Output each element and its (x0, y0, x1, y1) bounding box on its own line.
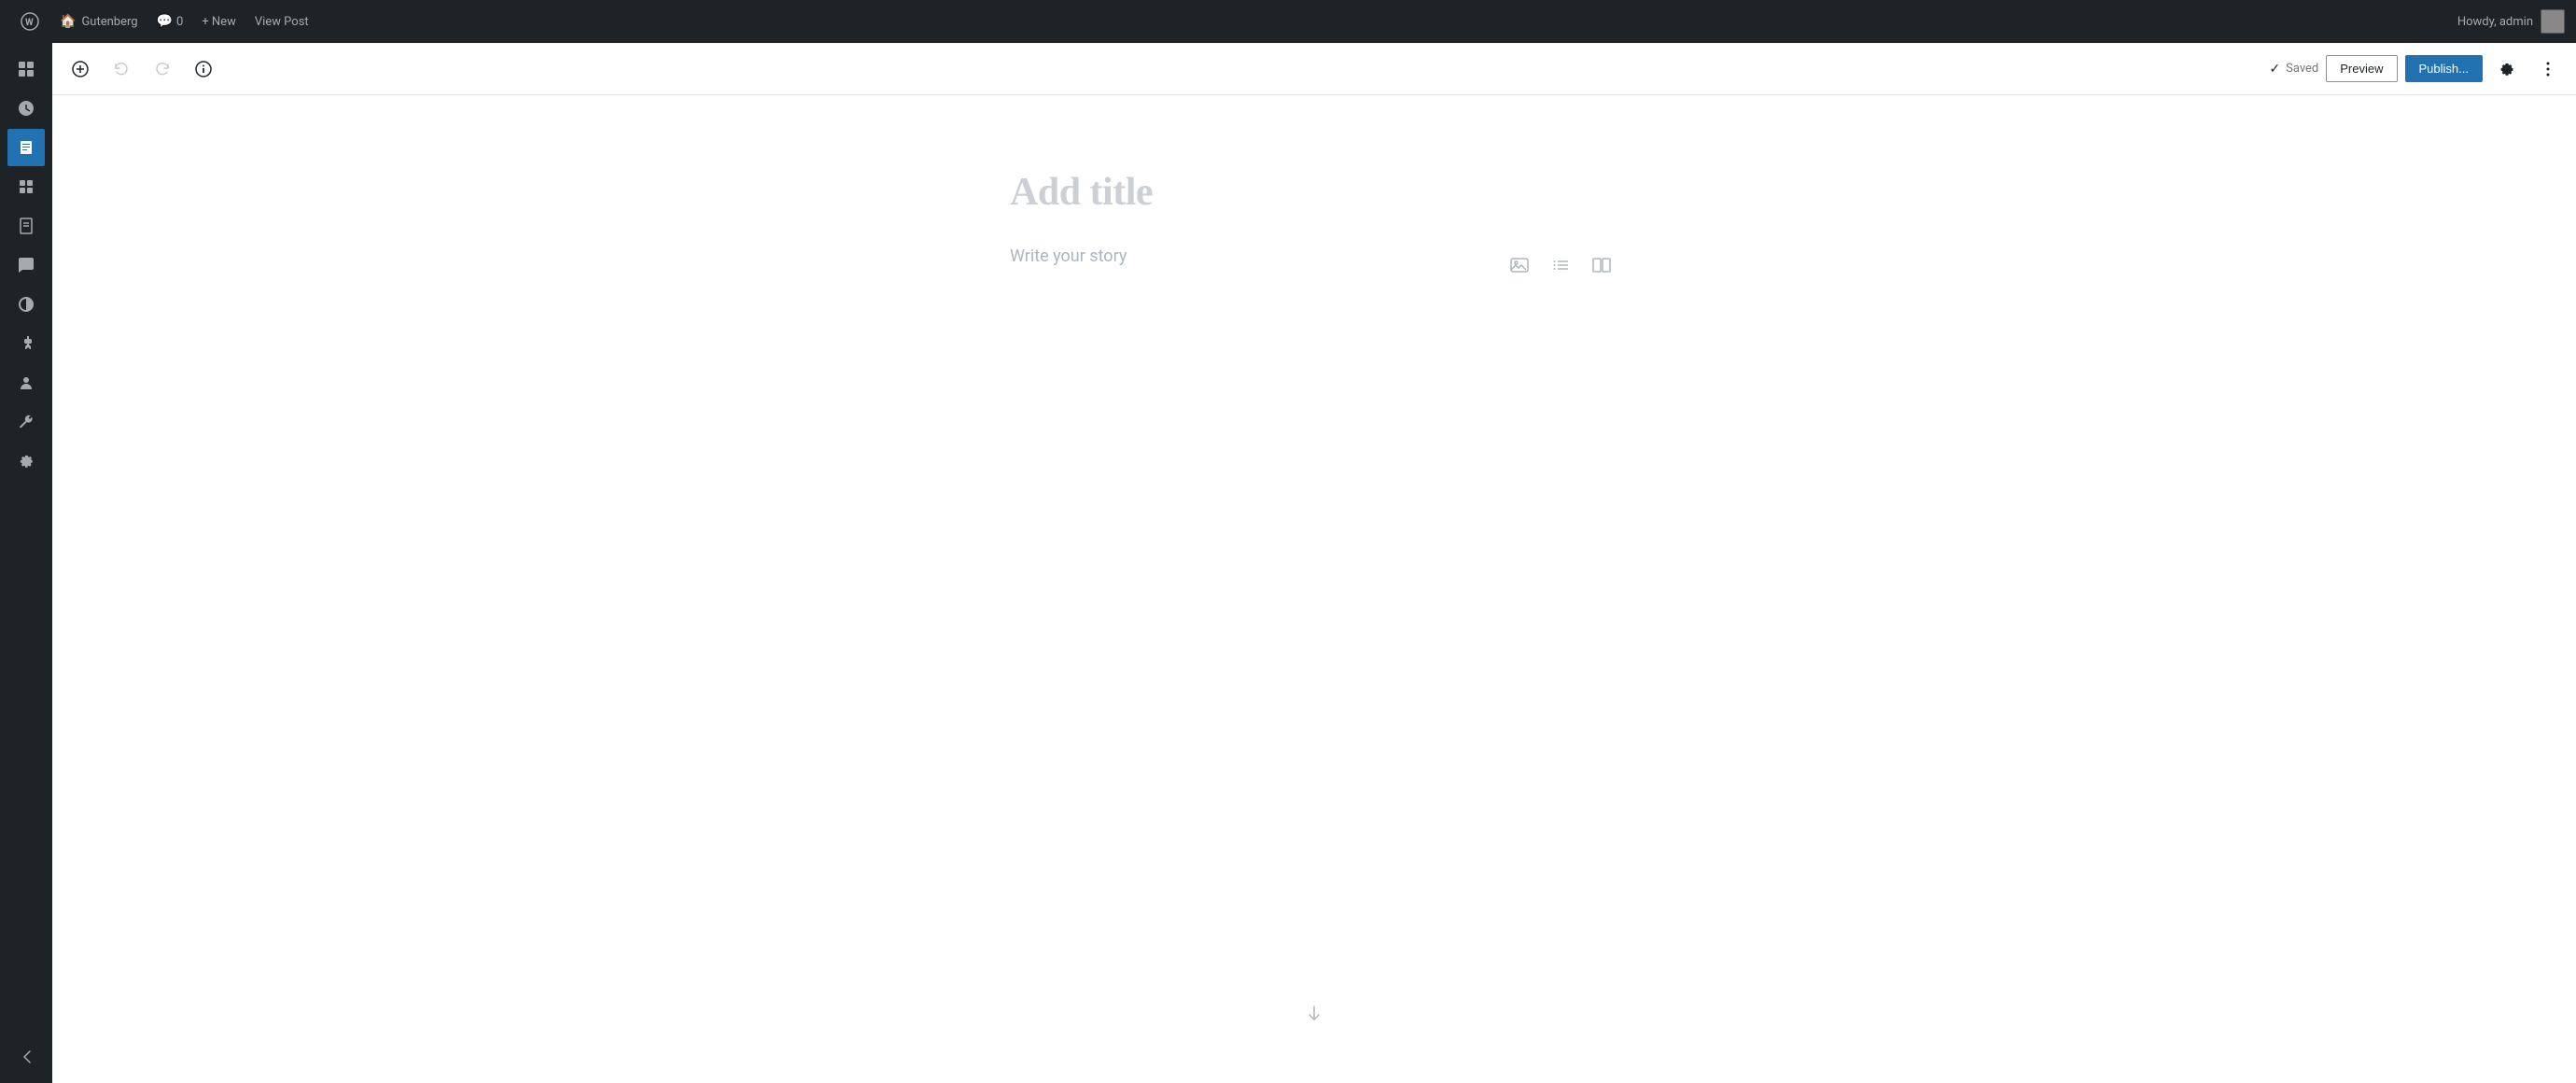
site-name-link[interactable]: 🏠 Gutenberg (52, 0, 146, 43)
admin-bar: W 🏠 Gutenberg 💬 0 + New View Post Howdy,… (0, 0, 2576, 43)
content-placeholder[interactable]: Write your story (1010, 245, 1488, 266)
main-layout: ✓ Saved Preview Publish... Add title (0, 43, 2576, 1083)
title-placeholder[interactable]: Add title (1010, 170, 1618, 215)
comment-count: 0 (176, 15, 183, 29)
sidebar-item-posts[interactable] (7, 129, 45, 166)
comments-link[interactable]: 💬 0 (149, 0, 191, 43)
view-post-label: View Post (255, 15, 309, 29)
toolbar-right: ✓ Saved Preview Publish... (2269, 52, 2565, 86)
sidebar-item-blocks[interactable] (7, 168, 45, 205)
title-area[interactable]: Add title (1010, 170, 1618, 215)
insert-columns-button[interactable] (1585, 248, 1618, 282)
sidebar-item-tools[interactable] (7, 403, 45, 441)
scroll-down-indicator (1305, 1004, 1323, 1027)
sidebar-item-appearance[interactable] (7, 286, 45, 323)
sidebar-item-settings[interactable] (7, 443, 45, 480)
add-block-button[interactable] (63, 52, 97, 86)
saved-label: Saved (2286, 62, 2318, 76)
insert-image-button[interactable] (1503, 248, 1536, 282)
wordpress-logo[interactable]: W (11, 3, 49, 40)
saved-checkmark: ✓ (2269, 62, 2280, 77)
new-post-link[interactable]: + New (194, 0, 244, 43)
howdy-label: Howdy, admin (2457, 15, 2533, 29)
howdy-menu[interactable]: Howdy, admin (2457, 9, 2565, 34)
sidebar-item-pages[interactable] (7, 207, 45, 245)
editor-toolbar: ✓ Saved Preview Publish... (52, 43, 2576, 95)
site-name: Gutenberg (81, 15, 137, 29)
publish-button[interactable]: Publish... (2405, 55, 2483, 82)
content-icons (1503, 245, 1618, 282)
undo-button[interactable] (105, 52, 138, 86)
sidebar-collapse-button[interactable] (7, 1038, 45, 1076)
sidebar-item-plugins[interactable] (7, 325, 45, 362)
sidebar-item-comments[interactable] (7, 246, 45, 284)
preview-button[interactable]: Preview (2326, 55, 2397, 82)
editor-content[interactable]: Add title Write your story (52, 95, 2576, 1083)
redo-button[interactable] (146, 52, 179, 86)
home-icon: 🏠 (60, 14, 76, 29)
editor-inner: Add title Write your story (987, 95, 1641, 469)
sidebar (0, 43, 52, 1083)
sidebar-item-dashboard[interactable] (7, 50, 45, 88)
view-post-link[interactable]: View Post (247, 0, 316, 43)
saved-status: ✓ Saved (2269, 62, 2318, 77)
content-area: Write your story (1010, 245, 1618, 282)
sidebar-item-users[interactable] (7, 364, 45, 401)
insert-list-button[interactable] (1544, 248, 1577, 282)
editor-area: ✓ Saved Preview Publish... Add title (52, 43, 2576, 1083)
comment-bubble-icon: 💬 (157, 14, 173, 29)
admin-avatar (2541, 9, 2565, 34)
new-label: + New (202, 15, 236, 29)
details-button[interactable] (187, 52, 220, 86)
settings-button[interactable] (2490, 52, 2524, 86)
sidebar-item-updates[interactable] (7, 90, 45, 127)
more-options-button[interactable] (2531, 52, 2565, 86)
svg-text:W: W (25, 18, 34, 28)
